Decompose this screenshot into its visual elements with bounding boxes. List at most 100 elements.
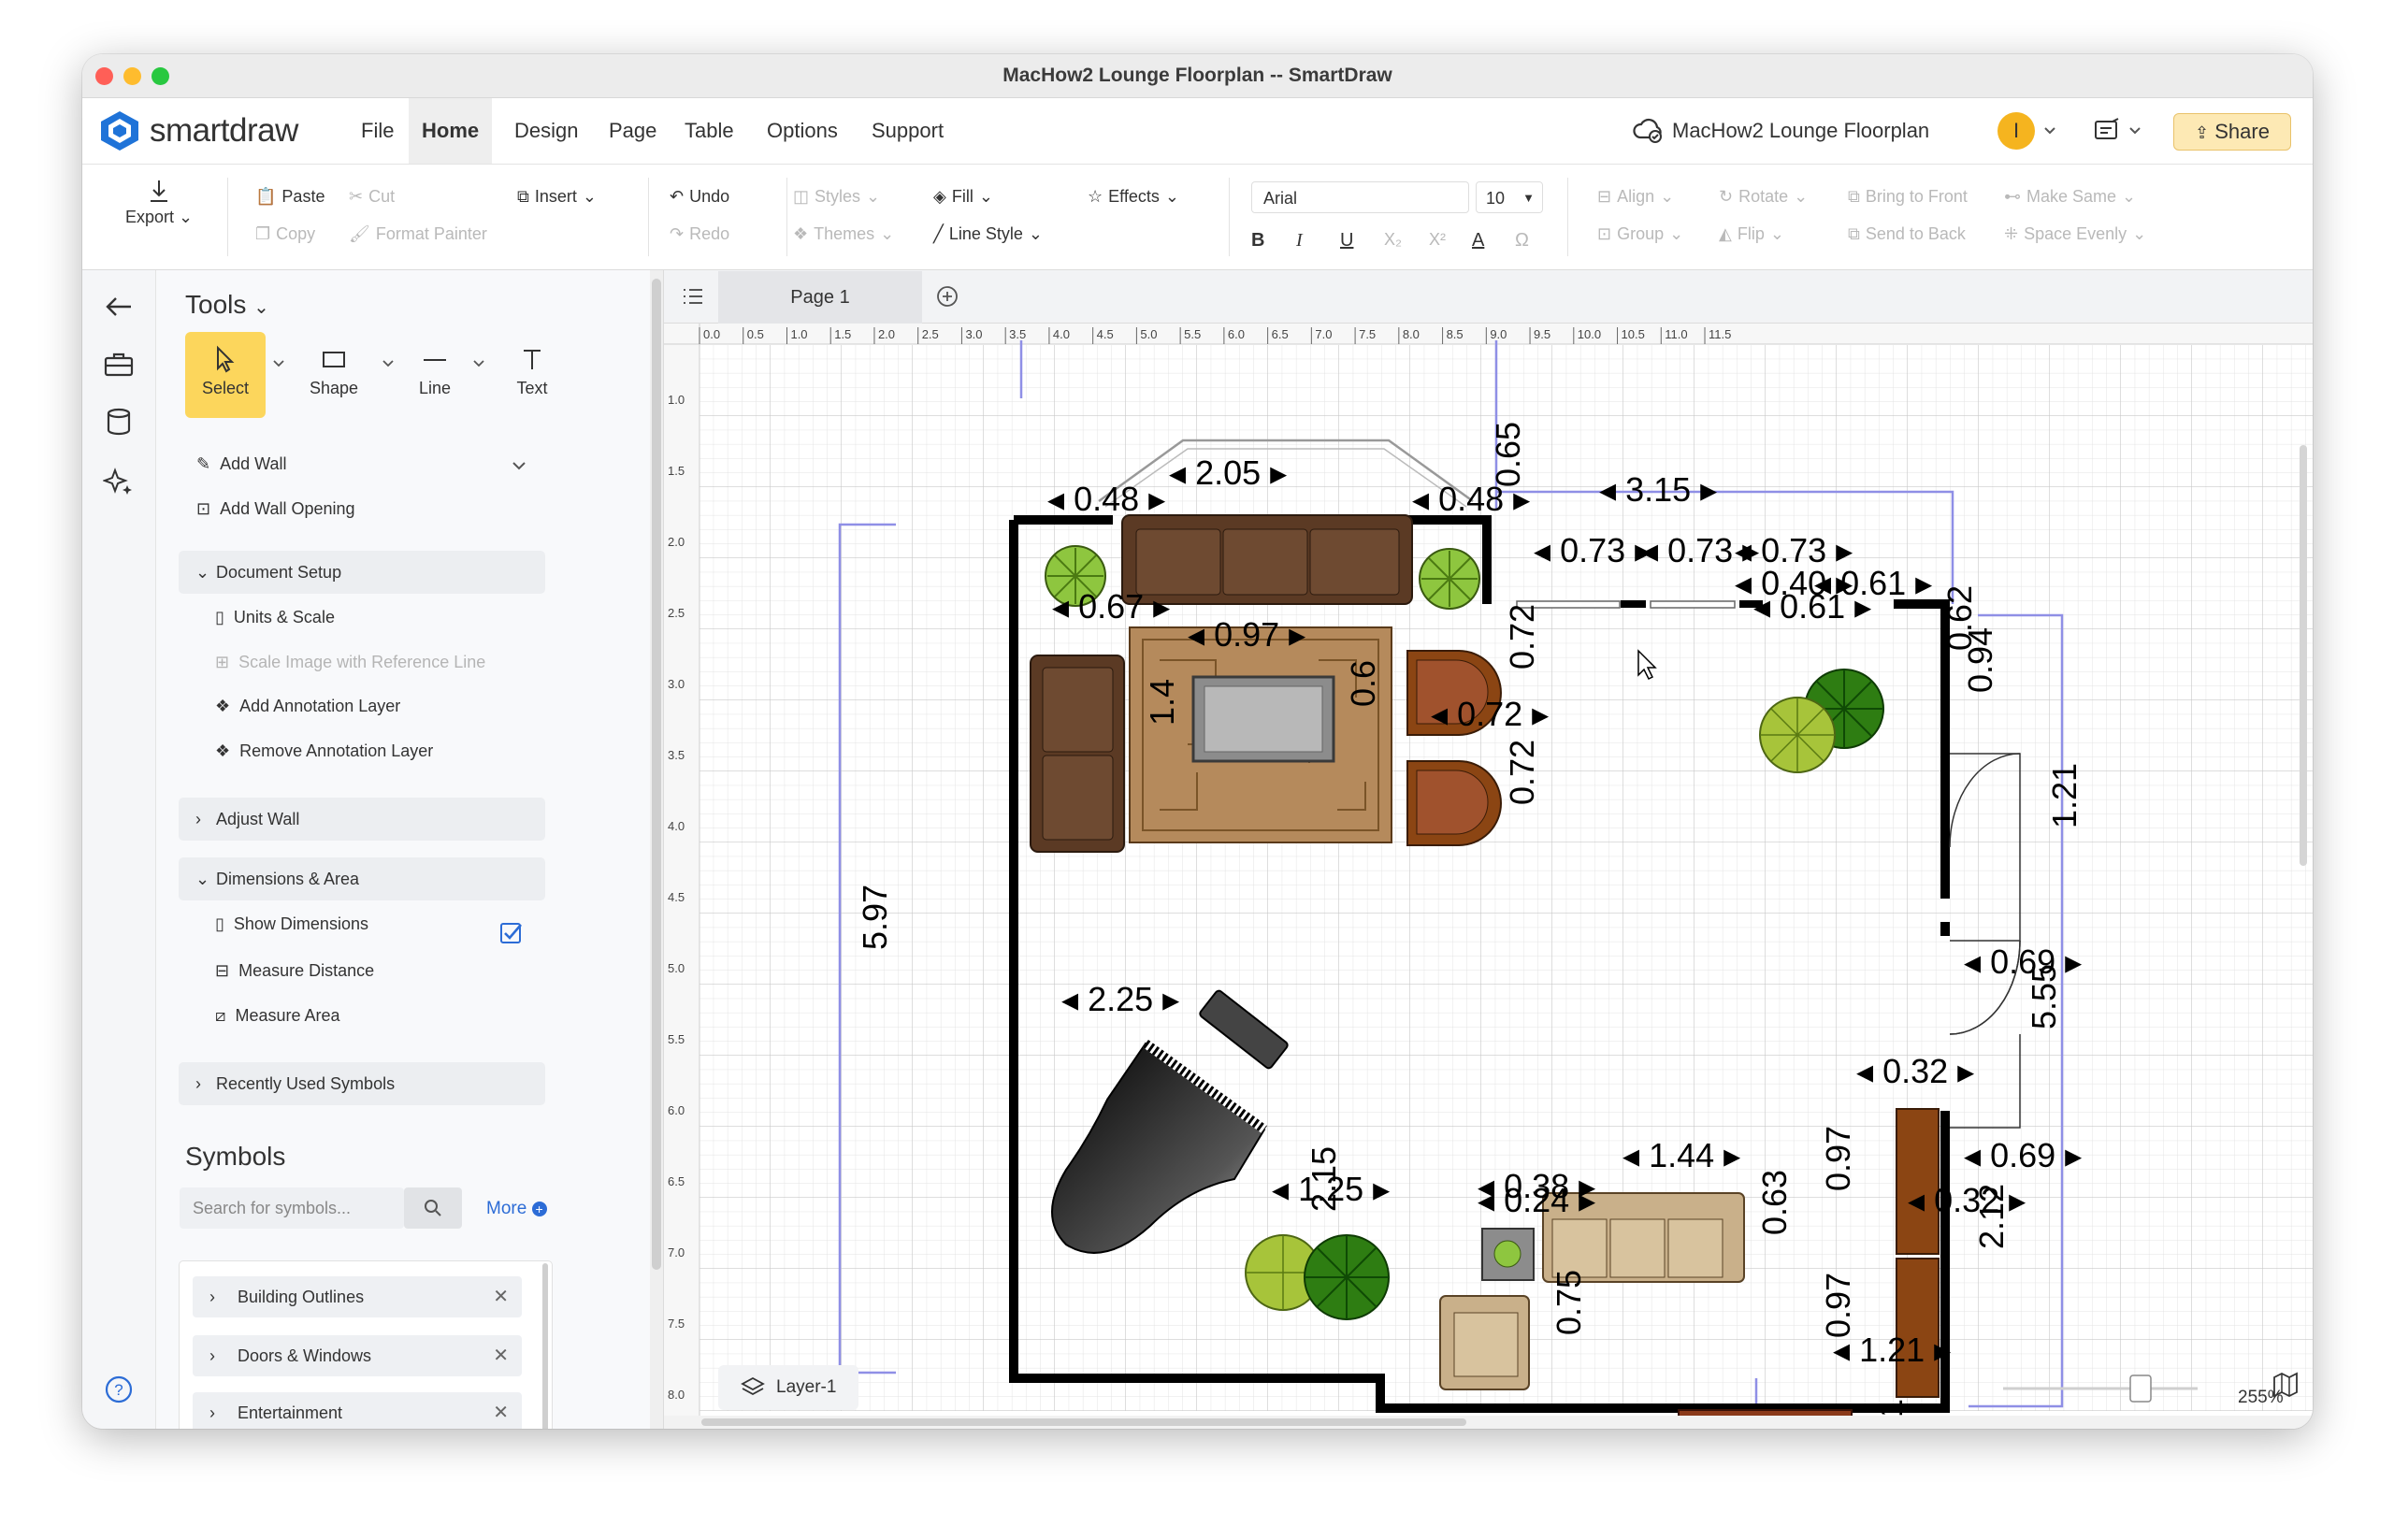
dimension-label[interactable]: 0.72 — [1503, 740, 1541, 805]
share-button[interactable]: ⇪ Share — [2173, 113, 2291, 151]
symbol-search-input[interactable]: Search for symbols... — [180, 1187, 404, 1229]
dimension-label[interactable]: 5.97 — [856, 885, 894, 950]
chevron-down-icon[interactable] — [511, 459, 527, 472]
make-same-button[interactable]: ⊷ Make Same ⌄ — [2004, 187, 2136, 207]
text-tool[interactable]: Text — [492, 332, 572, 418]
canvas-vscroll-thumb[interactable] — [2300, 445, 2307, 866]
dimensions-area-group[interactable]: ⌄ Dimensions & Area — [179, 857, 545, 900]
copy-button[interactable]: ❐ Copy — [255, 224, 315, 244]
remove-annotation-layer-item[interactable]: ❖ Remove Annotation Layer — [215, 741, 433, 761]
dimension-label[interactable]: ◂ 0.97 ▸ — [1188, 615, 1305, 654]
export-button[interactable]: Export ⌄ — [125, 178, 193, 227]
add-annotation-layer-item[interactable]: ❖ Add Annotation Layer — [215, 697, 400, 716]
add-wall-item[interactable]: ✎ Add Wall — [196, 454, 286, 474]
redo-button[interactable]: ↷ Redo — [670, 224, 729, 244]
database-icon[interactable] — [103, 407, 135, 437]
menu-support[interactable]: Support — [858, 98, 957, 164]
font-family-select[interactable]: Arial — [1251, 181, 1469, 213]
panel-scrollbar-thumb[interactable] — [652, 279, 661, 1270]
dimension-label[interactable]: 2.12 — [1972, 1184, 2011, 1249]
space-evenly-button[interactable]: ⁜ Space Evenly ⌄ — [2004, 224, 2146, 244]
bold-button[interactable]: B — [1251, 230, 1264, 252]
zoom-level[interactable]: 255% — [2238, 1388, 2284, 1408]
dimension-label[interactable]: 0.97 — [1819, 1273, 1857, 1338]
bring-to-front-button[interactable]: ⧉ Bring to Front — [1848, 187, 1968, 207]
dimension-label[interactable]: ◂ 0.24 ▸ — [1478, 1181, 1595, 1219]
effects-button[interactable]: ☆ Effects ⌄ — [1088, 187, 1179, 207]
select-tool[interactable]: Select — [185, 332, 266, 418]
font-size-select[interactable]: 10 ▼ — [1476, 181, 1543, 213]
dimension-label[interactable]: 1.21 — [2045, 763, 2084, 828]
dimension-label[interactable]: 5.55 — [2025, 964, 2063, 1029]
group-button[interactable]: ⊡ Group ⌄ — [1597, 224, 1683, 244]
tab-page-1[interactable]: Page 1 — [718, 271, 922, 324]
underline-button[interactable]: U — [1340, 230, 1353, 252]
document-name[interactable]: MacHow2 Lounge Floorplan — [1672, 119, 1929, 143]
adjust-wall-group[interactable]: › Adjust Wall — [179, 798, 545, 841]
line-tool[interactable]: Line — [395, 332, 475, 418]
measure-distance-item[interactable]: ⊟ Measure Distance — [215, 961, 374, 981]
symbol-search-button[interactable] — [404, 1187, 462, 1229]
paste-button[interactable]: 📋 Paste — [255, 187, 324, 207]
measure-area-item[interactable]: ⧄ Measure Area — [215, 1006, 340, 1026]
dimension-label[interactable]: ◂ 1.44 ▸ — [1622, 1136, 1740, 1174]
send-to-back-button[interactable]: ⧉ Send to Back — [1848, 224, 1966, 244]
canvas-hscroll-thumb[interactable] — [701, 1418, 1466, 1426]
drawing-canvas[interactable]: 0.0 0.5 1.0 1.5 2.0 2.5 3.0 3.5 4.0 4.5 5.0 5.5 6.0 6… — [664, 324, 2313, 1429]
recently-used-symbols-group[interactable]: › Recently Used Symbols — [179, 1062, 545, 1105]
library-building-outlines[interactable]: › Building Outlines ✕ — [193, 1276, 522, 1317]
dimension-label[interactable]: 0.62 — [1940, 585, 1979, 651]
menu-home[interactable]: Home — [409, 98, 493, 164]
library-doors-windows[interactable]: › Doors & Windows ✕ — [193, 1335, 522, 1376]
scale-image-item[interactable]: ⊞ Scale Image with Reference Line — [215, 653, 485, 672]
chevron-down-icon[interactable] — [2127, 124, 2142, 137]
dimension-label[interactable]: ◂ 0.69 ▸ — [1964, 943, 2082, 981]
italic-button[interactable]: I — [1296, 230, 1303, 252]
dimension-label[interactable]: 0.97 — [1819, 1126, 1857, 1191]
help-icon[interactable]: ? — [103, 1374, 135, 1405]
styles-button[interactable]: ◫ Styles ⌄ — [793, 187, 880, 207]
symbol-list-scrollbar[interactable] — [542, 1263, 548, 1429]
more-symbols-link[interactable]: More + — [486, 1199, 547, 1219]
fill-button[interactable]: ◈ Fill ⌄ — [933, 187, 993, 207]
shape-tool[interactable]: Shape — [294, 332, 374, 418]
layer-selector-button[interactable]: Layer-1 — [718, 1365, 858, 1410]
menu-page[interactable]: Page — [596, 98, 670, 164]
user-avatar[interactable]: I — [1997, 112, 2035, 150]
dimension-label[interactable]: ◂ 0.69 ▸ — [1964, 1136, 2082, 1174]
menu-options[interactable]: Options — [754, 98, 851, 164]
dimension-label[interactable]: 0.63 — [1755, 1170, 1794, 1235]
dimension-label[interactable]: ◂ 0.48 ▸ — [1047, 480, 1165, 518]
dimension-label[interactable]: 0.65 — [1489, 422, 1527, 487]
format-painter-button[interactable]: 🖌 Format Painter — [349, 224, 487, 244]
library-entertainment[interactable]: › Entertainment ✕ — [193, 1392, 522, 1429]
floorplan-canvas-svg[interactable]: 0.0 0.5 1.0 1.5 2.0 2.5 3.0 3.5 4.0 4.5 5.0 5.5 6.0 6… — [664, 324, 2313, 1429]
chevron-down-icon[interactable] — [2042, 124, 2057, 137]
ai-sparkle-icon[interactable] — [103, 467, 135, 497]
dimension-label[interactable]: ◂ 0.73 ▸ — [1534, 531, 1651, 569]
line-style-button[interactable]: ╱ Line Style ⌄ — [933, 224, 1043, 244]
menu-design[interactable]: Design — [501, 98, 591, 164]
add-wall-opening-item[interactable]: ⊡ Add Wall Opening — [196, 499, 355, 519]
menu-file[interactable]: File — [348, 98, 407, 164]
text-color-button[interactable]: A — [1472, 230, 1484, 252]
dimension-label[interactable]: ◂ 0.72 ▸ — [1431, 695, 1549, 733]
dimension-label[interactable]: ◂ 2.25 ▸ — [1061, 980, 1179, 1018]
dimension-label[interactable]: ◂ 3.15 ▸ — [1599, 470, 1717, 509]
dimension-label[interactable]: ◂ 1.25 ▸ — [1272, 1170, 1390, 1208]
close-icon[interactable]: ✕ — [493, 1276, 509, 1317]
flip-button[interactable]: ◭ Flip ⌄ — [1719, 224, 1784, 244]
dimension-label[interactable]: ◂ 0.32 ▸ — [1856, 1052, 1974, 1090]
chevron-down-icon[interactable] — [382, 358, 395, 369]
notifications-icon[interactable] — [2093, 117, 2123, 145]
dimension-label[interactable]: 0.6 — [1344, 660, 1382, 707]
cut-button[interactable]: ✂ Cut — [349, 187, 395, 207]
add-page-icon[interactable] — [935, 284, 959, 309]
chevron-down-icon[interactable] — [272, 358, 285, 369]
dimension-label[interactable]: 1.4 — [1143, 679, 1181, 726]
back-arrow-icon[interactable] — [103, 293, 135, 321]
dimension-label[interactable]: ◂ 0.61 ▸ — [1753, 587, 1871, 626]
align-button[interactable]: ⊟ Align ⌄ — [1597, 187, 1674, 207]
document-setup-group[interactable]: ⌄ Document Setup — [179, 551, 545, 594]
close-icon[interactable]: ✕ — [493, 1335, 509, 1376]
